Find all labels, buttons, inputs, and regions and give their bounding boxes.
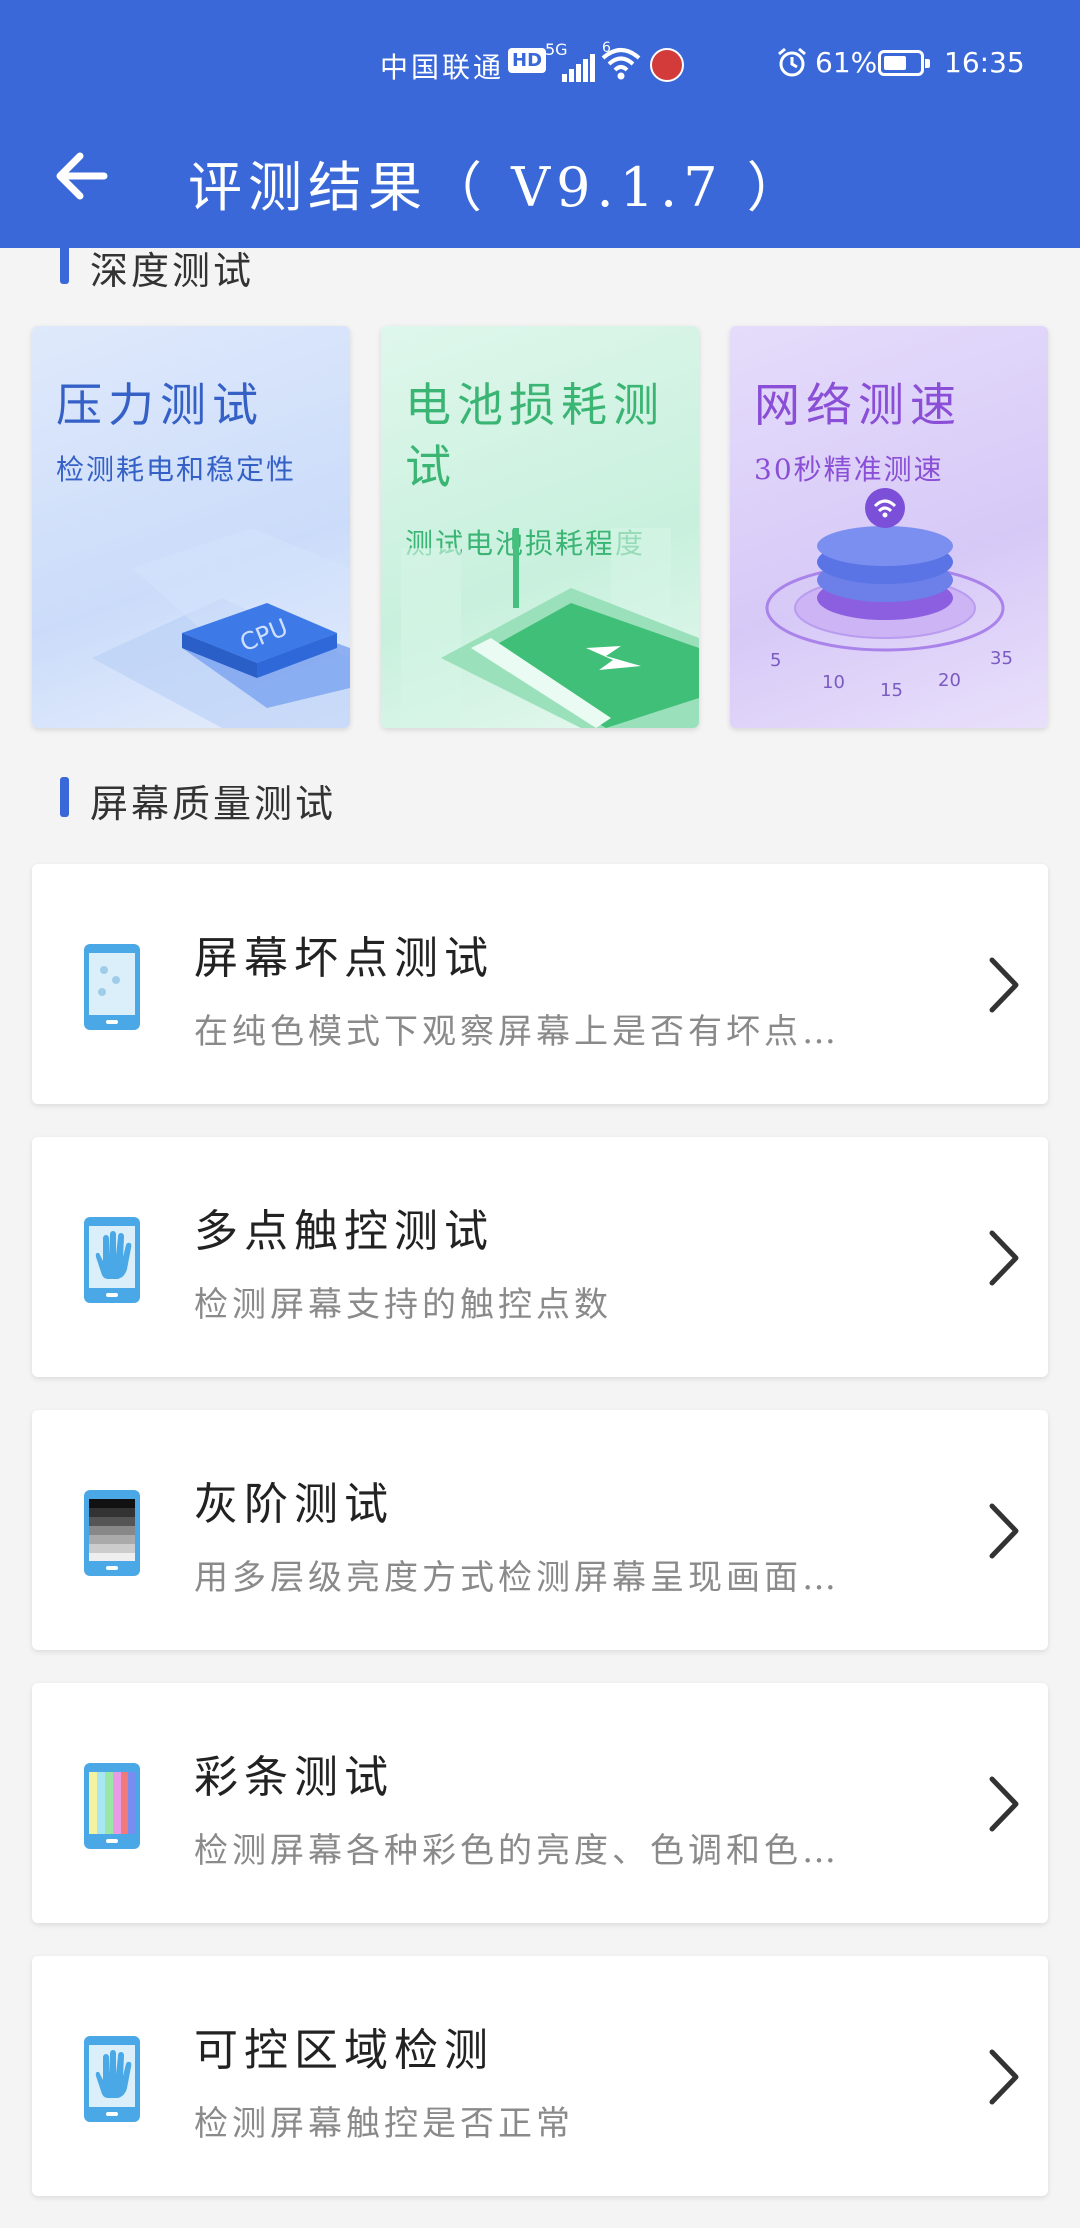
card-title: 压力测试 bbox=[56, 378, 264, 432]
item-description: 检测屏幕支持的触控点数 bbox=[194, 1285, 612, 1325]
network-speed-card[interactable]: 网络测速 30秒精准测速 5 10 15 20 35 bbox=[730, 326, 1048, 728]
battery-percent: 61% bbox=[815, 46, 878, 79]
chevron-right-icon bbox=[989, 2049, 1019, 2105]
speedometer-icon: 5 10 15 20 35 bbox=[765, 488, 1013, 701]
item-description: 在纯色模式下观察屏幕上是否有坏点… bbox=[194, 1012, 840, 1052]
section-title: 屏幕质量测试 bbox=[90, 782, 337, 826]
touch-hand-phone-icon bbox=[84, 1217, 140, 1303]
touch-hand-phone-icon bbox=[84, 2036, 140, 2122]
gauge-tick: 10 bbox=[822, 672, 845, 693]
section-marker bbox=[60, 777, 69, 817]
list-item-grayscale-test[interactable]: 灰阶测试 用多层级亮度方式检测屏幕呈现画面… bbox=[32, 1410, 1048, 1650]
gauge-tick: 35 bbox=[990, 648, 1013, 669]
carrier-label: 中国联通 bbox=[380, 51, 505, 84]
chevron-right-icon bbox=[989, 1503, 1019, 1559]
app-header: 中国联通 HD 5G 6 61% 16:35 评测结果（ V9.1.7 ） bbox=[0, 0, 1080, 248]
item-title: 屏幕坏点测试 bbox=[194, 933, 494, 984]
list-item-dead-pixel-test[interactable]: 屏幕坏点测试 在纯色模式下观察屏幕上是否有坏点… bbox=[32, 864, 1048, 1104]
chevron-right-icon bbox=[989, 1230, 1019, 1286]
alarm-icon bbox=[778, 47, 806, 77]
colorbar-phone-icon bbox=[84, 1763, 140, 1849]
hd-badge: HD bbox=[508, 48, 547, 73]
gauge-tick: 20 bbox=[938, 670, 961, 691]
battery-test-card[interactable]: 电池损耗测试 测试电池损耗程度 bbox=[381, 326, 699, 728]
item-title: 多点触控测试 bbox=[194, 1206, 494, 1257]
grayscale-phone-icon bbox=[84, 1490, 140, 1576]
status-bar: 中国联通 HD 5G 6 61% 16:35 bbox=[0, 40, 1080, 90]
item-description: 检测屏幕触控是否正常 bbox=[194, 2104, 574, 2144]
back-arrow-icon[interactable] bbox=[52, 146, 112, 206]
chevron-right-icon bbox=[989, 957, 1019, 1013]
battery-illustration-icon bbox=[401, 528, 699, 728]
list-item-touch-area-test[interactable]: 可控区域检测 检测屏幕触控是否正常 bbox=[32, 1956, 1048, 2196]
section-marker bbox=[60, 244, 69, 284]
card-subtitle: 检测耗电和稳定性 bbox=[56, 453, 297, 486]
card-title: 网络测速 bbox=[754, 378, 962, 432]
gauge-tick: 5 bbox=[770, 650, 781, 671]
dead-pixel-phone-icon bbox=[84, 944, 140, 1030]
card-title: 电池损耗测试 bbox=[405, 378, 665, 494]
clock: 16:35 bbox=[944, 46, 1025, 79]
chevron-right-icon bbox=[989, 1776, 1019, 1832]
signal-icon bbox=[562, 52, 596, 82]
item-title: 可控区域检测 bbox=[194, 2025, 494, 2076]
page-title: 评测结果（ V9.1.7 ） bbox=[188, 156, 807, 219]
stress-test-card[interactable]: 压力测试 检测耗电和稳定性 CPU bbox=[32, 326, 350, 728]
list-item-color-bar-test[interactable]: 彩条测试 检测屏幕各种彩色的亮度、色调和色… bbox=[32, 1683, 1048, 1923]
notification-app-icon bbox=[650, 48, 684, 82]
card-subtitle: 30秒精准测速 bbox=[754, 453, 944, 486]
item-description: 用多层级亮度方式检测屏幕呈现画面… bbox=[194, 1558, 840, 1598]
cpu-chip-icon: CPU bbox=[92, 528, 350, 728]
item-description: 检测屏幕各种彩色的亮度、色调和色… bbox=[194, 1831, 840, 1871]
item-title: 灰阶测试 bbox=[194, 1479, 394, 1530]
list-item-multitouch-test[interactable]: 多点触控测试 检测屏幕支持的触控点数 bbox=[32, 1137, 1048, 1377]
wifi6-badge: 6 bbox=[602, 40, 611, 56]
gauge-tick: 15 bbox=[880, 680, 903, 701]
section-title: 深度测试 bbox=[90, 249, 255, 293]
battery-icon bbox=[878, 50, 930, 76]
item-title: 彩条测试 bbox=[194, 1752, 394, 1803]
